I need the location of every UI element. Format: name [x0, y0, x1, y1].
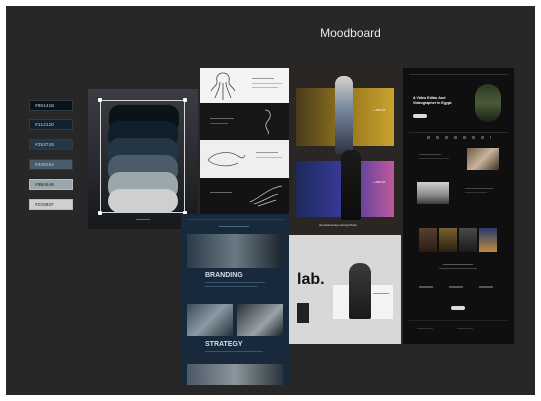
text-line — [210, 118, 234, 119]
divider — [409, 132, 508, 133]
branding-heading: BRANDING — [205, 272, 243, 279]
lab-logo: lab. — [297, 271, 325, 288]
nav-bar — [409, 74, 508, 75]
gallery-photo — [419, 228, 437, 252]
swatch-label: #CCD0CF — [35, 203, 54, 208]
headline-line1: A Video Editor And — [413, 96, 446, 100]
whale-sketch-icon — [207, 152, 246, 167]
text-line — [457, 328, 473, 329]
text-line — [465, 192, 487, 193]
text-line — [205, 351, 263, 352]
car-photo — [417, 182, 449, 204]
text-line — [465, 188, 493, 189]
color-swatch[interactable]: #9BA8AB — [29, 179, 73, 190]
text-line — [439, 268, 477, 269]
color-swatch[interactable]: #CCD0CF — [29, 199, 73, 210]
strategy-photo — [187, 364, 283, 385]
gallery-photo — [439, 228, 457, 252]
text-line — [443, 264, 473, 265]
selection-handle[interactable] — [98, 211, 102, 215]
text-line — [252, 83, 282, 84]
skill-icon-row — [427, 136, 491, 139]
color-swatch[interactable]: #253745 — [29, 139, 73, 150]
pill-shape — [108, 189, 178, 213]
lab-panel[interactable]: lab. — [289, 235, 401, 344]
caption-text: showcaseinspo.dev/portfolio — [319, 223, 357, 227]
text-line — [219, 226, 249, 227]
cta-button[interactable] — [413, 114, 427, 118]
text-line — [252, 87, 278, 88]
cta-button[interactable] — [451, 306, 465, 310]
color-swatch[interactable]: #06141B — [29, 100, 73, 111]
selection-handle[interactable] — [183, 98, 187, 102]
headline-line2: Videographer in Egypt. — [413, 101, 453, 105]
about-label[interactable]: + ABOUT — [373, 108, 386, 112]
text-strip — [297, 303, 309, 323]
stat-row — [419, 286, 499, 288]
gallery-photo — [459, 228, 477, 252]
text-line — [205, 286, 257, 287]
workspace-photo — [467, 148, 499, 170]
gallery-photo — [479, 228, 497, 252]
color-swatch[interactable]: #4A5C6A — [29, 159, 73, 170]
text-line — [210, 123, 228, 124]
color-swatch[interactable]: #11212D — [29, 119, 73, 130]
model-figure-3 — [349, 263, 371, 319]
illustration-panel[interactable] — [200, 68, 289, 214]
swatch-label: #06141B — [35, 104, 54, 109]
pills-gradient-panel[interactable] — [88, 89, 198, 229]
profile-photo — [475, 84, 501, 122]
swatch-label: #4A5C6A — [35, 163, 54, 168]
about-label[interactable]: + ABOUT — [373, 180, 386, 184]
text-line — [256, 157, 282, 158]
moodboard-canvas: Moodboard #06141B #11212D #253745 #4A5C6… — [6, 6, 535, 395]
bird-sketch-icon — [249, 185, 283, 207]
portfolio-panel[interactable]: A Video Editor And Videographer in Egypt… — [403, 68, 514, 344]
text-line — [373, 293, 389, 294]
footer-rule — [136, 219, 150, 220]
branding-photo — [187, 234, 283, 268]
octopus-sketch-icon — [210, 72, 236, 100]
nav-bar — [187, 219, 283, 220]
text-line — [210, 192, 232, 193]
text-line — [417, 328, 433, 329]
text-line — [419, 158, 449, 159]
branding-panel[interactable]: BRANDING STRATEGY — [181, 214, 289, 385]
seahorse-sketch-icon — [264, 109, 271, 135]
text-line — [256, 152, 278, 153]
footer-rule — [409, 320, 508, 321]
team-photo — [237, 304, 283, 336]
model-figure-2 — [341, 150, 361, 220]
swatch-label: #9BA8AB — [35, 183, 54, 188]
text-line — [419, 154, 441, 155]
selection-handle[interactable] — [98, 98, 102, 102]
team-photo — [187, 304, 233, 336]
text-line — [205, 282, 265, 283]
fashion-panel[interactable]: + ABOUT + ABOUT showcaseinspo.dev/portfo… — [289, 68, 401, 235]
swatch-label: #253745 — [35, 143, 54, 148]
swatch-label: #11212D — [35, 123, 54, 128]
text-line — [252, 78, 274, 79]
strategy-heading: STRATEGY — [205, 341, 243, 348]
model-figure-1 — [335, 76, 353, 154]
moodboard-title: Moodboard — [320, 26, 381, 40]
